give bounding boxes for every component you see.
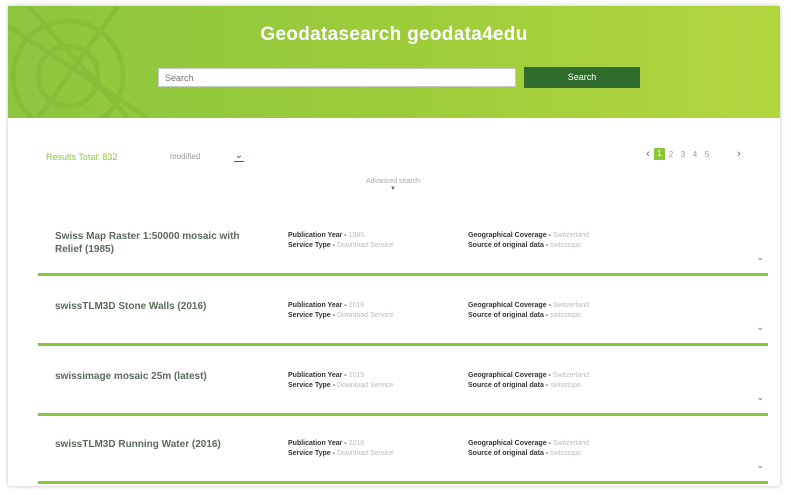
coverage-value: Switzerland [552,232,589,239]
coverage-value: Switzerland [552,372,589,379]
service-type-label: Service Type - [288,312,335,319]
result-item[interactable]: swissimage mosaic 25m (latest) Publicati… [38,354,768,416]
service-type-value: Download Service [336,382,394,389]
publication-year-value: 2016 [348,440,365,447]
coverage-label: Geographical Coverage - [468,440,551,447]
service-type-value: Download Service [336,312,394,319]
page-link-4[interactable]: 4 [689,150,701,159]
service-type-value: Download Service [336,450,394,457]
page-link-1[interactable]: 1 [654,148,665,160]
result-meta-right: Geographical Coverage - Switzerland Sour… [468,371,589,391]
source-value: swisstopo [550,450,581,457]
result-meta-left: Publication Year - 2015 Service Type - D… [288,371,393,391]
search-button[interactable]: Search [524,67,640,88]
publication-year-label: Publication Year - [288,372,347,379]
result-title[interactable]: swissimage mosaic 25m (latest) [55,370,260,383]
divider [38,343,768,346]
sort-select[interactable]: modified ⌄ [160,148,250,164]
coverage-value: Switzerland [552,440,589,447]
expand-chevron-icon[interactable]: ⌄ [756,460,764,471]
coverage-label: Geographical Coverage - [468,302,551,309]
divider [38,273,768,276]
caret-down-icon: ▼ [390,186,396,192]
page-link-5[interactable]: 5 [701,150,713,159]
divider [38,413,768,416]
pagination: ‹ 1 2 3 4 5 › [642,146,745,162]
service-type-value: Download Service [336,242,394,249]
banner-decoration [8,6,150,118]
prev-page-icon[interactable]: ‹ [642,148,654,160]
result-title[interactable]: swissTLM3D Running Water (2016) [55,438,260,451]
source-value: swisstopo [550,382,581,389]
advanced-search-label: Advanced search [365,178,421,185]
service-type-label: Service Type - [288,382,335,389]
result-item[interactable]: Swiss Map Raster 1:50000 mosaic with Rel… [38,214,768,276]
source-label: Source of original data - [468,450,549,457]
result-title[interactable]: Swiss Map Raster 1:50000 mosaic with Rel… [55,230,260,256]
expand-chevron-icon[interactable]: ⌄ [756,392,764,403]
publication-year-label: Publication Year - [288,440,347,447]
result-meta-right: Geographical Coverage - Switzerland Sour… [468,231,589,251]
divider [38,481,768,484]
source-label: Source of original data - [468,242,549,249]
result-meta-left: Publication Year - 1985 Service Type - D… [288,231,393,251]
source-value: swisstopo [550,312,581,319]
header-banner: Geodatasearch geodata4edu Search [8,6,780,118]
expand-chevron-icon[interactable]: ⌄ [756,252,764,263]
publication-year-value: 1985 [348,232,365,239]
source-value: swisstopo [550,242,581,249]
result-meta-right: Geographical Coverage - Switzerland Sour… [468,301,589,321]
publication-year-label: Publication Year - [288,302,347,309]
result-meta-right: Geographical Coverage - Switzerland Sour… [468,439,589,459]
page-link-3[interactable]: 3 [677,150,689,159]
result-item[interactable]: swissTLM3D Running Water (2016) Publicat… [38,422,768,484]
service-type-label: Service Type - [288,450,335,457]
coverage-value: Switzerland [552,302,589,309]
advanced-search-toggle[interactable]: Advanced search ▼ [348,178,438,192]
result-meta-left: Publication Year - 2016 Service Type - D… [288,301,393,321]
result-title[interactable]: swissTLM3D Stone Walls (2016) [55,300,260,313]
source-label: Source of original data - [468,312,549,319]
publication-year-value: 2015 [348,372,365,379]
page-frame: Geodatasearch geodata4edu Search Results… [8,6,780,486]
coverage-label: Geographical Coverage - [468,232,551,239]
publication-year-value: 2016 [348,302,365,309]
next-page-icon[interactable]: › [733,148,745,160]
results-total: Results Total: 832 [46,152,118,162]
publication-year-label: Publication Year - [288,232,347,239]
expand-chevron-icon[interactable]: ⌄ [756,322,764,333]
result-meta-left: Publication Year - 2016 Service Type - D… [288,439,393,459]
source-label: Source of original data - [468,382,549,389]
page-link-2[interactable]: 2 [665,150,677,159]
sort-select-value: modified [170,152,201,161]
search-input[interactable] [158,68,516,87]
result-item[interactable]: swissTLM3D Stone Walls (2016) Publicatio… [38,284,768,346]
service-type-label: Service Type - [288,242,335,249]
chevron-down-icon: ⌄ [234,150,244,162]
page-title: Geodatasearch geodata4edu [260,24,528,45]
coverage-label: Geographical Coverage - [468,372,551,379]
